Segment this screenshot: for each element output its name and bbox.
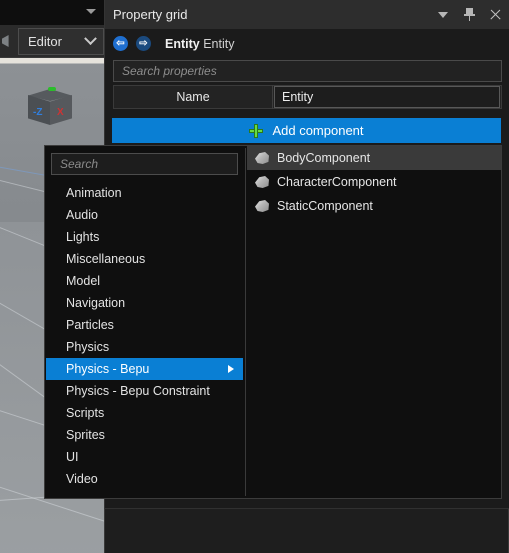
component-item[interactable]: CharacterComponent [247, 170, 501, 194]
category-item[interactable]: Animation [46, 182, 243, 204]
category-item[interactable]: Particles [46, 314, 243, 336]
chevron-down-icon [438, 11, 448, 18]
property-grid-header: ⇦ ⇨ Entity Entity [105, 29, 509, 58]
property-grid-titlebar: Property grid [105, 0, 509, 29]
component-item-label: CharacterComponent [277, 175, 397, 189]
window-buttons [430, 0, 508, 29]
back-arrow-icon[interactable]: ⇦ [113, 36, 128, 51]
component-item[interactable]: BodyComponent [247, 146, 501, 170]
category-item[interactable]: UI [46, 446, 243, 468]
category-list: Animation Audio Lights Miscellaneous Model Na… [46, 182, 243, 490]
panel-menu-button[interactable] [430, 0, 456, 29]
component-item-label: BodyComponent [277, 151, 371, 165]
mode-selector-chevron[interactable] [77, 29, 103, 54]
category-item-label: Navigation [66, 296, 126, 310]
category-pane: Search Animation Audio Lights Miscellaneous… [45, 146, 244, 498]
category-item[interactable]: Miscellaneous [46, 248, 243, 270]
property-row-name: Name Entity [113, 85, 502, 109]
category-item-label: Video [66, 472, 98, 486]
chevron-down-icon [83, 32, 97, 46]
search-properties-input[interactable]: Search properties [113, 60, 502, 82]
view-cube-gizmo[interactable]: -Z X [22, 79, 82, 139]
category-item-label: Miscellaneous [66, 252, 146, 266]
category-item-label: Physics - Bepu [66, 362, 150, 376]
top-left-toolbar [0, 0, 104, 25]
category-item-label: Physics - Bepu Constraint [66, 384, 210, 398]
component-list: BodyComponent CharacterComponent StaticCom… [247, 146, 501, 498]
column-divider [272, 85, 273, 109]
category-item[interactable]: Lights [46, 226, 243, 248]
category-item-label: Lights [66, 230, 100, 244]
picker-search-input[interactable]: Search [51, 153, 238, 175]
property-label-name: Name [176, 90, 210, 104]
category-item[interactable]: Model [46, 270, 243, 292]
axis-y-indicator [48, 87, 56, 91]
name-field-value: Entity [282, 90, 314, 104]
add-component-label: Add component [272, 123, 364, 138]
category-item-label: Model [66, 274, 101, 288]
close-icon [489, 9, 501, 21]
picker-divider [245, 148, 246, 496]
breadcrumb-type: Entity [165, 36, 200, 51]
name-field[interactable]: Entity [274, 86, 500, 108]
bottom-panel [104, 508, 509, 553]
mode-selector-value: Editor [28, 34, 62, 49]
component-item[interactable]: StaticComponent [247, 194, 501, 218]
axis-x-label: X [57, 107, 64, 118]
category-item[interactable]: Physics - Bepu Constraint [46, 380, 243, 402]
category-item[interactable]: Physics - Bepu [46, 358, 243, 380]
category-item[interactable]: Scripts [46, 402, 243, 424]
pin-icon [463, 8, 475, 21]
category-item[interactable]: Sprites [46, 424, 243, 446]
play-icon [2, 35, 9, 47]
category-item-label: Particles [66, 318, 114, 332]
component-icon [255, 200, 269, 212]
plus-icon [249, 123, 264, 138]
category-item-label: Sprites [66, 428, 105, 442]
breadcrumb-name: Entity [203, 36, 235, 51]
component-item-label: StaticComponent [277, 199, 373, 213]
category-item[interactable]: Audio [46, 204, 243, 226]
category-item-label: Scripts [66, 406, 105, 420]
category-item-label: Animation [66, 186, 122, 200]
app-root: -Z X Editor Property grid ⇦ ⇨ Entity Ent… [0, 0, 509, 553]
category-item[interactable]: Physics [46, 336, 243, 358]
category-item[interactable]: Navigation [46, 292, 243, 314]
submenu-arrow-icon [228, 365, 234, 373]
component-icon [255, 152, 269, 164]
property-grid-title: Property grid [113, 7, 188, 22]
mode-selector-bar: Editor [0, 25, 104, 58]
close-panel-button[interactable] [482, 0, 508, 29]
category-item[interactable]: Video [46, 468, 243, 490]
picker-search-placeholder: Search [60, 157, 99, 171]
add-component-button[interactable]: Add component [112, 118, 501, 143]
breadcrumb: Entity Entity [165, 37, 234, 51]
axis-z-label: -Z [33, 107, 43, 118]
category-item-label: Audio [66, 208, 98, 222]
search-properties-placeholder: Search properties [122, 64, 217, 78]
category-item-label: Physics [66, 340, 110, 354]
forward-arrow-icon[interactable]: ⇨ [136, 36, 151, 51]
pin-panel-button[interactable] [456, 0, 482, 29]
component-picker-popup: Search Animation Audio Lights Miscellaneous… [44, 145, 502, 499]
toolbar-overflow-icon[interactable] [86, 9, 96, 14]
component-icon [255, 176, 269, 188]
category-item-label: UI [66, 450, 79, 464]
mode-selector-combo[interactable]: Editor [18, 28, 104, 55]
